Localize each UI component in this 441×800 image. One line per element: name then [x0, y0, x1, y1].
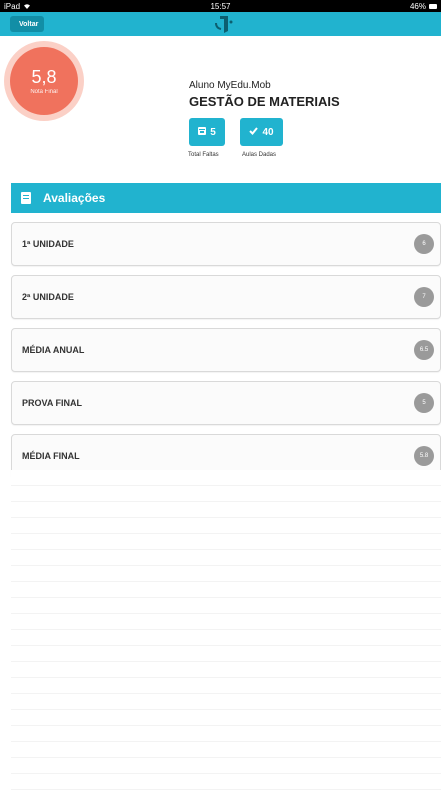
- evaluation-label: 1ª UNIDADE: [22, 239, 74, 249]
- evaluation-item-unidade-2[interactable]: 2ª UNIDADE 7: [11, 275, 441, 319]
- evaluations-section-title: Avaliações: [43, 191, 106, 205]
- evaluation-label: MÉDIA ANUAL: [22, 345, 85, 355]
- aulas-dadas-box: 40: [240, 118, 283, 146]
- total-faltas-value: 5: [210, 126, 216, 138]
- final-grade-value: 5,8: [31, 67, 57, 87]
- evaluation-label: PROVA FINAL: [22, 398, 82, 408]
- evaluations-list: 1ª UNIDADE 6 2ª UNIDADE 7 MÉDIA ANUAL 6.…: [11, 222, 441, 487]
- total-faltas-box: 5: [189, 118, 225, 146]
- checkmark-icon: [249, 126, 259, 138]
- status-left: iPad: [4, 2, 31, 11]
- final-grade-label: Nota Final: [30, 89, 58, 95]
- document-icon: [21, 192, 31, 204]
- evaluation-grade-badge: 7: [414, 287, 434, 307]
- evaluation-item-prova-final[interactable]: PROVA FINAL 5: [11, 381, 441, 425]
- carrier-label: iPad: [4, 1, 21, 11]
- status-right: 46%: [410, 2, 437, 11]
- total-faltas-label: Total Faltas: [188, 152, 219, 158]
- empty-content-area: [11, 470, 441, 800]
- back-button[interactable]: Voltar: [10, 16, 45, 32]
- back-button-label: Voltar: [19, 20, 39, 28]
- top-navigation-bar: Voltar: [0, 12, 441, 36]
- evaluation-label: 2ª UNIDADE: [22, 292, 74, 302]
- status-time: 15:57: [210, 1, 231, 11]
- final-grade-circle: 5,8 Nota Final: [10, 47, 78, 115]
- myedu-logo-icon: [213, 14, 235, 34]
- wifi-icon: [23, 2, 31, 11]
- evaluation-item-unidade-1[interactable]: 1ª UNIDADE 6: [11, 222, 441, 266]
- evaluation-grade-badge: 6: [414, 234, 434, 254]
- aulas-dadas-label: Aulas Dadas: [242, 152, 277, 158]
- evaluation-label: MÉDIA FINAL: [22, 451, 80, 461]
- evaluation-grade-badge: 5: [414, 393, 434, 413]
- status-bar: iPad 15:57 46%: [0, 0, 441, 12]
- evaluations-section-header: Avaliações: [11, 183, 441, 213]
- calendar-icon: [198, 126, 207, 138]
- battery-percent: 46%: [409, 1, 426, 11]
- evaluation-grade-badge: 6.5: [414, 340, 434, 360]
- battery-icon: [429, 3, 437, 9]
- aulas-dadas-value: 40: [262, 126, 274, 138]
- evaluation-grade-badge: 5.8: [414, 446, 434, 466]
- evaluation-item-media-anual[interactable]: MÉDIA ANUAL 6.5: [11, 328, 441, 372]
- course-name: GESTÃO DE MATERIAIS: [189, 94, 340, 109]
- student-name: Aluno MyEdu.Mob: [189, 80, 271, 91]
